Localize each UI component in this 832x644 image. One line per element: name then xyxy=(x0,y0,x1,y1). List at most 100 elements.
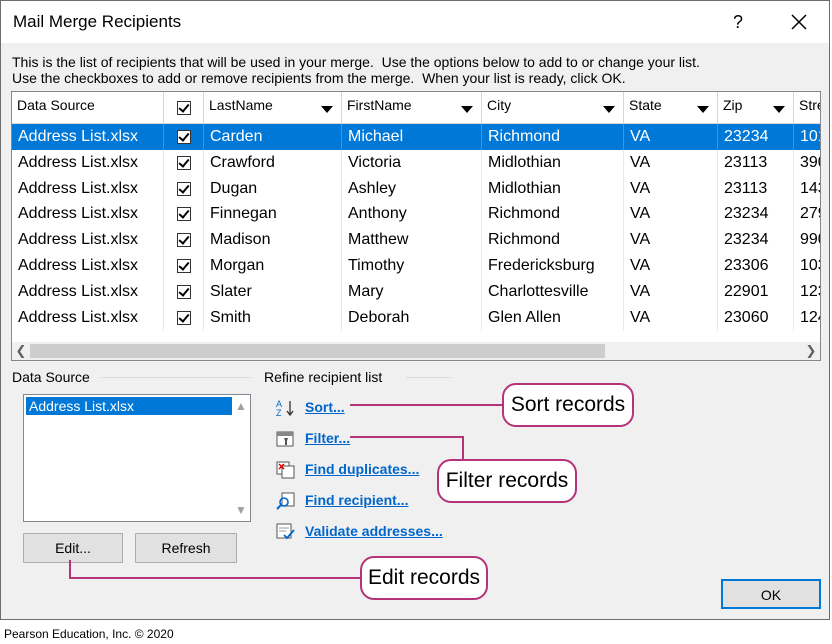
cell-city: Midlothian xyxy=(482,149,624,176)
dropdown-arrow-icon[interactable] xyxy=(461,106,473,113)
cell-last: Finnegan xyxy=(204,201,342,228)
data-source-list[interactable]: Address List.xlsx ▲ ▼ xyxy=(23,394,251,522)
include-recipient-checkbox[interactable] xyxy=(177,284,191,299)
include-recipient-checkbox[interactable] xyxy=(177,181,191,196)
include-recipient-checkbox[interactable] xyxy=(177,207,191,222)
dropdown-arrow-icon[interactable] xyxy=(697,106,709,113)
find-duplicates-icon xyxy=(276,461,295,479)
cell-city: Midlothian xyxy=(482,175,624,202)
include-recipient-checkbox[interactable] xyxy=(177,310,191,325)
table-row[interactable]: Address List.xlsx Carden Michael Richmond VA… xyxy=(12,124,820,150)
sort-records-callout: Sort records xyxy=(502,383,634,427)
cell-first: Mary xyxy=(342,278,482,305)
header-city[interactable]: City xyxy=(482,92,624,124)
scroll-up-icon[interactable]: ▲ xyxy=(233,399,249,413)
cell-first: Deborah xyxy=(342,304,482,331)
cell-source: Address List.xlsx xyxy=(12,304,164,331)
cell-city: Richmond xyxy=(482,124,624,150)
cell-first: Michael xyxy=(342,124,482,150)
header-data-source[interactable]: Data Source xyxy=(12,92,164,124)
cell-source: Address List.xlsx xyxy=(12,278,164,305)
include-recipient-checkbox[interactable] xyxy=(177,259,191,273)
cell-street: 279 xyxy=(794,201,820,227)
validate-addresses-link[interactable]: Validate addresses... xyxy=(305,523,443,539)
cell-last: Dugan xyxy=(204,175,342,202)
cell-first: Anthony xyxy=(342,201,482,228)
cell-source: Address List.xlsx xyxy=(12,201,164,228)
cell-zip: 23306 xyxy=(718,253,794,279)
close-button[interactable] xyxy=(781,7,817,37)
dropdown-arrow-icon[interactable] xyxy=(321,106,333,113)
row-checkbox-cell[interactable] xyxy=(164,201,204,228)
header-zip[interactable]: Zip xyxy=(718,92,794,124)
header-checkbox-column[interactable] xyxy=(164,92,204,124)
cell-first: Matthew xyxy=(342,227,482,254)
instructions-line-2: Use the checkboxes to add or remove reci… xyxy=(12,70,626,86)
select-all-checkbox[interactable] xyxy=(177,101,191,115)
row-checkbox-cell[interactable] xyxy=(164,124,204,150)
table-row[interactable]: Address List.xlsx Slater Mary Charlottesvil… xyxy=(12,278,820,305)
row-checkbox-cell[interactable] xyxy=(164,278,204,305)
find-recipient-icon xyxy=(276,492,295,510)
cell-street: 124 xyxy=(794,305,820,331)
scroll-right-icon[interactable]: ❯ xyxy=(802,342,820,360)
include-recipient-checkbox[interactable] xyxy=(177,155,191,170)
cell-city: Glen Allen xyxy=(482,304,624,331)
cell-state: VA xyxy=(624,278,718,305)
instructions-text: This is the list of recipients that will… xyxy=(12,54,700,86)
find-recipient-link[interactable]: Find recipient... xyxy=(305,492,408,508)
help-button[interactable]: ? xyxy=(723,7,753,37)
header-lastname[interactable]: LastName xyxy=(204,92,342,124)
cell-city: Richmond xyxy=(482,227,624,254)
row-checkbox-cell[interactable] xyxy=(164,253,204,279)
cell-last: Madison xyxy=(204,227,342,254)
header-street[interactable]: Stre xyxy=(794,92,820,124)
ok-button[interactable]: OK xyxy=(721,579,821,609)
cell-last: Morgan xyxy=(204,253,342,279)
data-source-list-item[interactable]: Address List.xlsx xyxy=(26,397,232,415)
divider xyxy=(406,377,451,378)
filter-link[interactable]: Filter... xyxy=(305,430,350,446)
scroll-left-icon[interactable]: ❮ xyxy=(12,342,30,360)
cell-street: 101 xyxy=(794,124,820,150)
include-recipient-checkbox[interactable] xyxy=(177,233,191,248)
find-duplicates-link[interactable]: Find duplicates... xyxy=(305,461,419,477)
include-recipient-checkbox[interactable] xyxy=(177,130,191,144)
data-source-section-label: Data Source xyxy=(12,369,90,385)
row-checkbox-cell[interactable] xyxy=(164,175,204,202)
horizontal-scrollbar[interactable]: ❮ ❯ xyxy=(12,342,820,360)
table-row[interactable]: Address List.xlsx Crawford Victoria Midloth… xyxy=(12,149,820,176)
header-state[interactable]: State xyxy=(624,92,718,124)
header-firstname[interactable]: FirstName xyxy=(342,92,482,124)
dropdown-arrow-icon[interactable] xyxy=(773,106,785,113)
cell-zip: 23234 xyxy=(718,227,794,254)
row-checkbox-cell[interactable] xyxy=(164,149,204,176)
cell-source: Address List.xlsx xyxy=(12,175,164,202)
row-checkbox-cell[interactable] xyxy=(164,227,204,254)
refine-section-label: Refine recipient list xyxy=(264,369,383,385)
cell-first: Timothy xyxy=(342,253,482,279)
dialog-title: Mail Merge Recipients xyxy=(13,12,182,31)
cell-last: Smith xyxy=(204,304,342,331)
cell-street: 990 xyxy=(794,227,820,253)
filter-icon xyxy=(276,431,294,447)
cell-state: VA xyxy=(624,201,718,228)
horizontal-scroll-thumb[interactable] xyxy=(30,344,605,358)
cell-source: Address List.xlsx xyxy=(12,227,164,254)
sort-link[interactable]: Sort... xyxy=(305,399,345,415)
cell-first: Victoria xyxy=(342,149,482,176)
scroll-down-icon[interactable]: ▼ xyxy=(233,503,249,517)
cell-state: VA xyxy=(624,253,718,279)
table-row[interactable]: Address List.xlsx Finnegan Anthony Richmond… xyxy=(12,201,820,228)
table-row[interactable]: Address List.xlsx Madison Matthew Richmond V… xyxy=(12,227,820,254)
table-row[interactable]: Address List.xlsx Smith Deborah Glen Allen V… xyxy=(12,304,820,331)
table-row[interactable]: Address List.xlsx Morgan Timothy Fredericks… xyxy=(12,253,820,279)
refresh-button[interactable]: Refresh xyxy=(135,533,237,563)
table-row[interactable]: Address List.xlsx Dugan Ashley Midlothian VA… xyxy=(12,175,820,202)
cell-last: Crawford xyxy=(204,149,342,176)
row-checkbox-cell[interactable] xyxy=(164,304,204,331)
edit-button[interactable]: Edit... xyxy=(23,533,123,563)
cell-state: VA xyxy=(624,304,718,331)
dropdown-arrow-icon[interactable] xyxy=(603,106,615,113)
cell-state: VA xyxy=(624,175,718,202)
